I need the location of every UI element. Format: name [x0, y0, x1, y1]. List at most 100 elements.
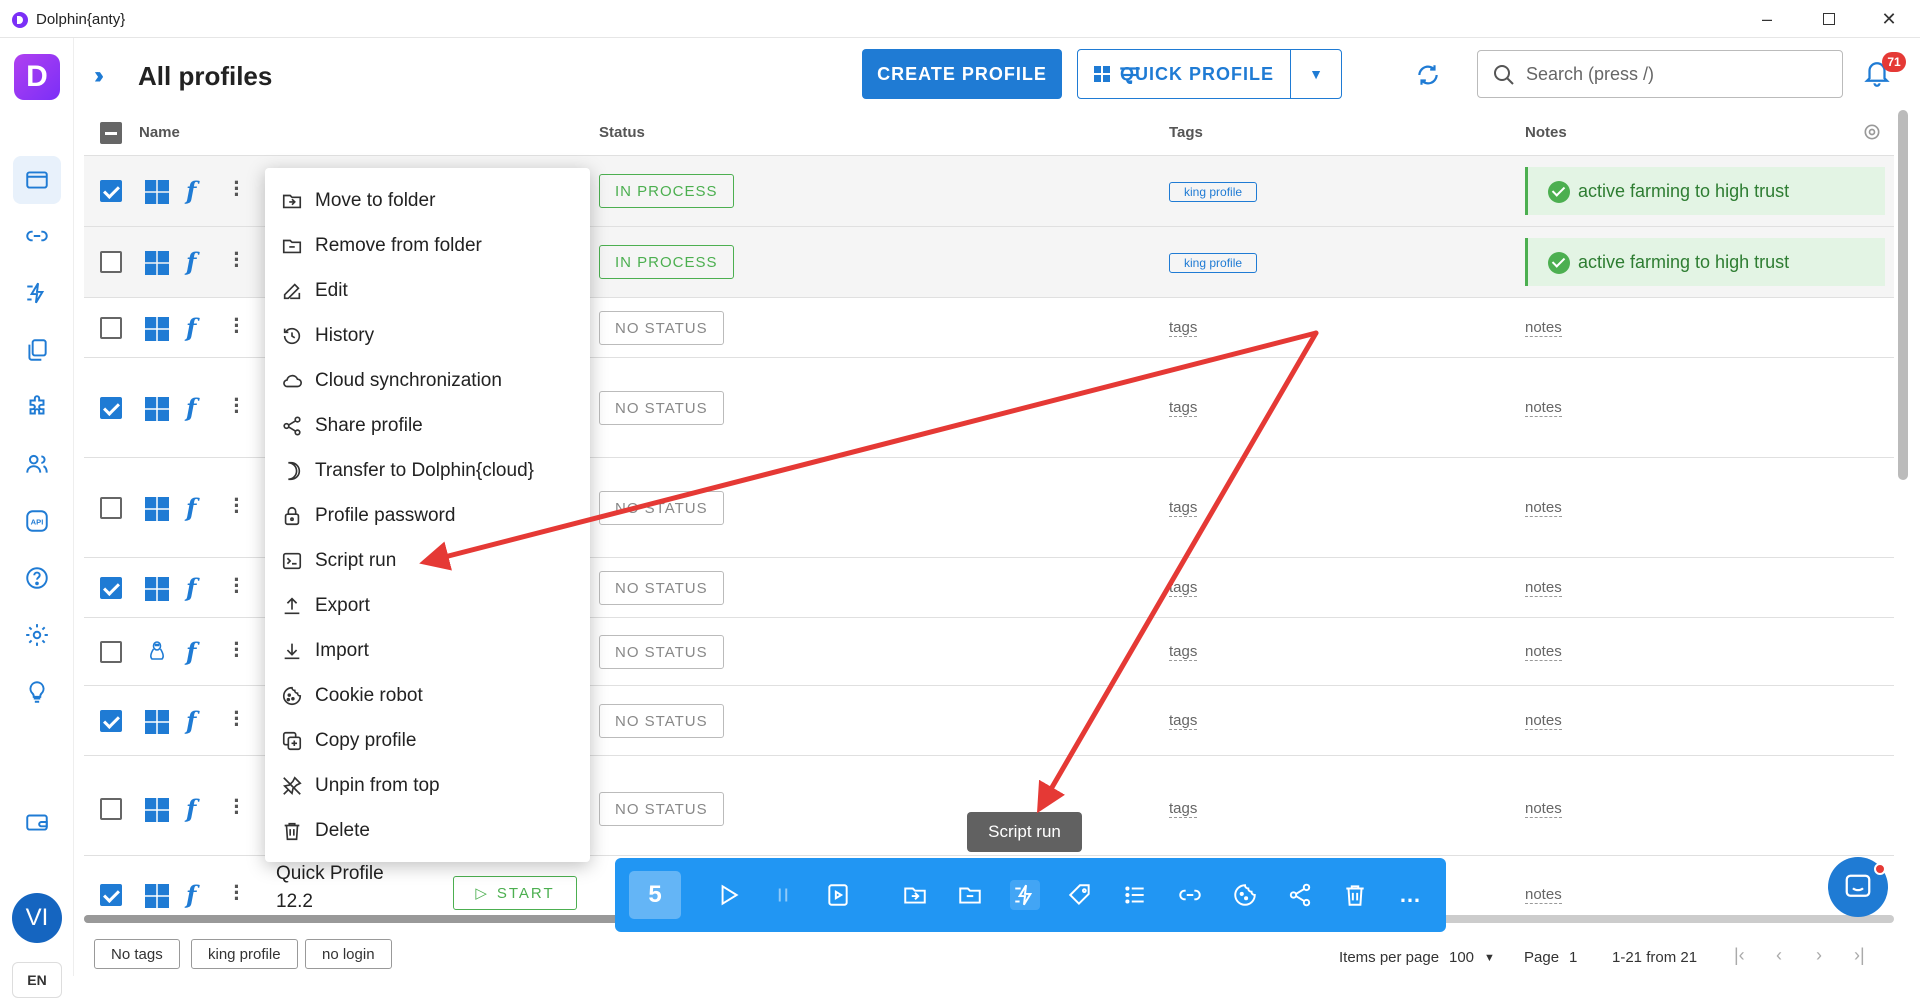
row-checkbox[interactable] — [100, 497, 122, 519]
row-checkbox[interactable] — [100, 180, 122, 202]
maximize-button[interactable] — [1806, 4, 1852, 34]
items-per-page-select[interactable]: 100 — [1449, 949, 1474, 966]
notes-placeholder[interactable]: notes — [1525, 579, 1562, 597]
more-vertical-icon[interactable]: · · · — [232, 309, 242, 343]
bulk-move-folder-button[interactable] — [900, 880, 930, 910]
status-badge[interactable]: NO STATUS — [599, 491, 724, 525]
sidebar-item-ideas[interactable] — [13, 668, 61, 716]
menu-item-export[interactable]: Export — [265, 583, 590, 628]
sidebar-item-api[interactable]: API — [13, 497, 61, 545]
tags-placeholder[interactable]: tags — [1169, 319, 1198, 337]
notes-placeholder[interactable]: notes — [1525, 643, 1562, 661]
row-checkbox[interactable] — [100, 397, 122, 419]
refresh-button[interactable] — [1413, 60, 1443, 90]
menu-item-script-run[interactable]: Script run — [265, 538, 590, 583]
sidebar-item-bookmarks[interactable] — [13, 326, 61, 374]
status-badge[interactable]: NO STATUS — [599, 311, 724, 345]
sidebar-item-wallet[interactable] — [13, 798, 61, 846]
chevron-down-icon[interactable]: ▼ — [1484, 952, 1495, 964]
bulk-delete-button[interactable] — [1340, 880, 1370, 910]
note-chip[interactable]: active farming to high trust — [1525, 167, 1885, 215]
status-badge[interactable]: IN PROCESS — [599, 174, 734, 208]
tag-chip[interactable]: king profile — [1169, 253, 1258, 273]
support-chat-button[interactable] — [1828, 857, 1888, 917]
menu-item-delete[interactable]: Delete — [265, 808, 590, 853]
menu-item-move-to-folder[interactable]: Move to folder — [265, 178, 590, 223]
more-vertical-icon[interactable]: · · · — [232, 489, 242, 523]
more-vertical-icon[interactable]: · · · — [232, 172, 242, 206]
tags-placeholder[interactable]: tags — [1169, 499, 1198, 517]
notes-placeholder[interactable]: notes — [1525, 399, 1562, 417]
more-vertical-icon[interactable]: · · · — [232, 569, 242, 603]
menu-item-history[interactable]: History — [265, 313, 590, 358]
filter-chip[interactable]: No tags — [94, 939, 180, 969]
tags-placeholder[interactable]: tags — [1169, 712, 1198, 730]
sidebar-item-settings[interactable] — [13, 611, 61, 659]
minimize-button[interactable]: – — [1744, 4, 1790, 34]
menu-item-share-profile[interactable]: Share profile — [265, 403, 590, 448]
last-page-icon[interactable]: ›| — [1854, 945, 1865, 966]
menu-item-import[interactable]: Import — [265, 628, 590, 673]
more-vertical-icon[interactable]: · · · — [232, 702, 242, 736]
profile-name[interactable]: Quick Profile 12.2 — [276, 860, 386, 916]
sidebar-item-proxy[interactable] — [13, 212, 61, 260]
bulk-share-button[interactable] — [1285, 880, 1315, 910]
vertical-scrollbar[interactable] — [1898, 110, 1908, 480]
more-vertical-icon[interactable]: · · · — [232, 389, 242, 423]
menu-item-remove-from-folder[interactable]: Remove from folder — [265, 223, 590, 268]
language-switch[interactable]: EN — [12, 962, 62, 998]
sidebar-item-profiles[interactable] — [13, 156, 61, 204]
status-badge[interactable]: NO STATUS — [599, 635, 724, 669]
note-chip[interactable]: active farming to high trust — [1525, 238, 1885, 286]
row-checkbox[interactable] — [100, 641, 122, 663]
tag-chip[interactable]: king profile — [1169, 182, 1258, 202]
bulk-tags-button[interactable] — [1065, 880, 1095, 910]
bulk-more-button[interactable]: … — [1395, 880, 1425, 910]
more-vertical-icon[interactable]: · · · — [232, 790, 242, 824]
filter-chip[interactable]: no login — [305, 939, 392, 969]
filter-chip[interactable]: king profile — [191, 939, 298, 969]
dolphin-logo[interactable]: D — [14, 54, 60, 100]
menu-item-unpin[interactable]: Unpin from top — [265, 763, 590, 808]
table-settings-icon[interactable] — [1862, 122, 1882, 142]
status-badge[interactable]: NO STATUS — [599, 571, 724, 605]
notes-placeholder[interactable]: notes — [1525, 886, 1562, 904]
row-checkbox[interactable] — [100, 884, 122, 906]
bulk-status-button[interactable] — [1120, 880, 1150, 910]
more-vertical-icon[interactable]: · · · — [232, 633, 242, 667]
start-button[interactable]: ▷ START — [453, 876, 577, 910]
sidebar-item-users[interactable] — [13, 440, 61, 488]
bulk-preview-button[interactable] — [823, 880, 853, 910]
select-all-checkbox[interactable] — [100, 122, 122, 144]
row-checkbox[interactable] — [100, 798, 122, 820]
sidebar-item-automation[interactable] — [13, 269, 61, 317]
page-number[interactable]: 1 — [1569, 949, 1577, 966]
menu-item-edit[interactable]: Edit — [265, 268, 590, 313]
bulk-script-run-button[interactable] — [1010, 880, 1040, 910]
bulk-start-button[interactable] — [713, 880, 743, 910]
tags-placeholder[interactable]: tags — [1169, 399, 1198, 417]
row-checkbox[interactable] — [100, 251, 122, 273]
status-badge[interactable]: IN PROCESS — [599, 245, 734, 279]
search-input[interactable]: Search (press /) — [1477, 50, 1843, 98]
quick-profile-button[interactable]: QUICK PROFILE — [1077, 49, 1291, 99]
menu-item-profile-password[interactable]: Profile password — [265, 493, 590, 538]
notes-placeholder[interactable]: notes — [1525, 712, 1562, 730]
status-badge[interactable]: NO STATUS — [599, 792, 724, 826]
tags-placeholder[interactable]: tags — [1169, 800, 1198, 818]
avatar[interactable]: VI — [12, 893, 62, 943]
notes-placeholder[interactable]: notes — [1525, 499, 1562, 517]
sidebar-item-help[interactable] — [13, 554, 61, 602]
notes-placeholder[interactable]: notes — [1525, 800, 1562, 818]
prev-page-icon[interactable]: ‹ — [1776, 945, 1782, 966]
status-badge[interactable]: NO STATUS — [599, 391, 724, 425]
menu-item-cookie-robot[interactable]: Cookie robot — [265, 673, 590, 718]
quick-profile-dropdown[interactable]: ▼ — [1290, 49, 1342, 99]
more-vertical-icon[interactable]: · · · — [232, 876, 242, 910]
sidebar-item-extensions[interactable] — [13, 383, 61, 431]
bulk-proxy-button[interactable] — [1175, 880, 1205, 910]
bulk-stop-button[interactable] — [768, 880, 798, 910]
tags-placeholder[interactable]: tags — [1169, 579, 1198, 597]
menu-item-transfer-cloud[interactable]: Transfer to Dolphin{cloud} — [265, 448, 590, 493]
row-checkbox[interactable] — [100, 710, 122, 732]
